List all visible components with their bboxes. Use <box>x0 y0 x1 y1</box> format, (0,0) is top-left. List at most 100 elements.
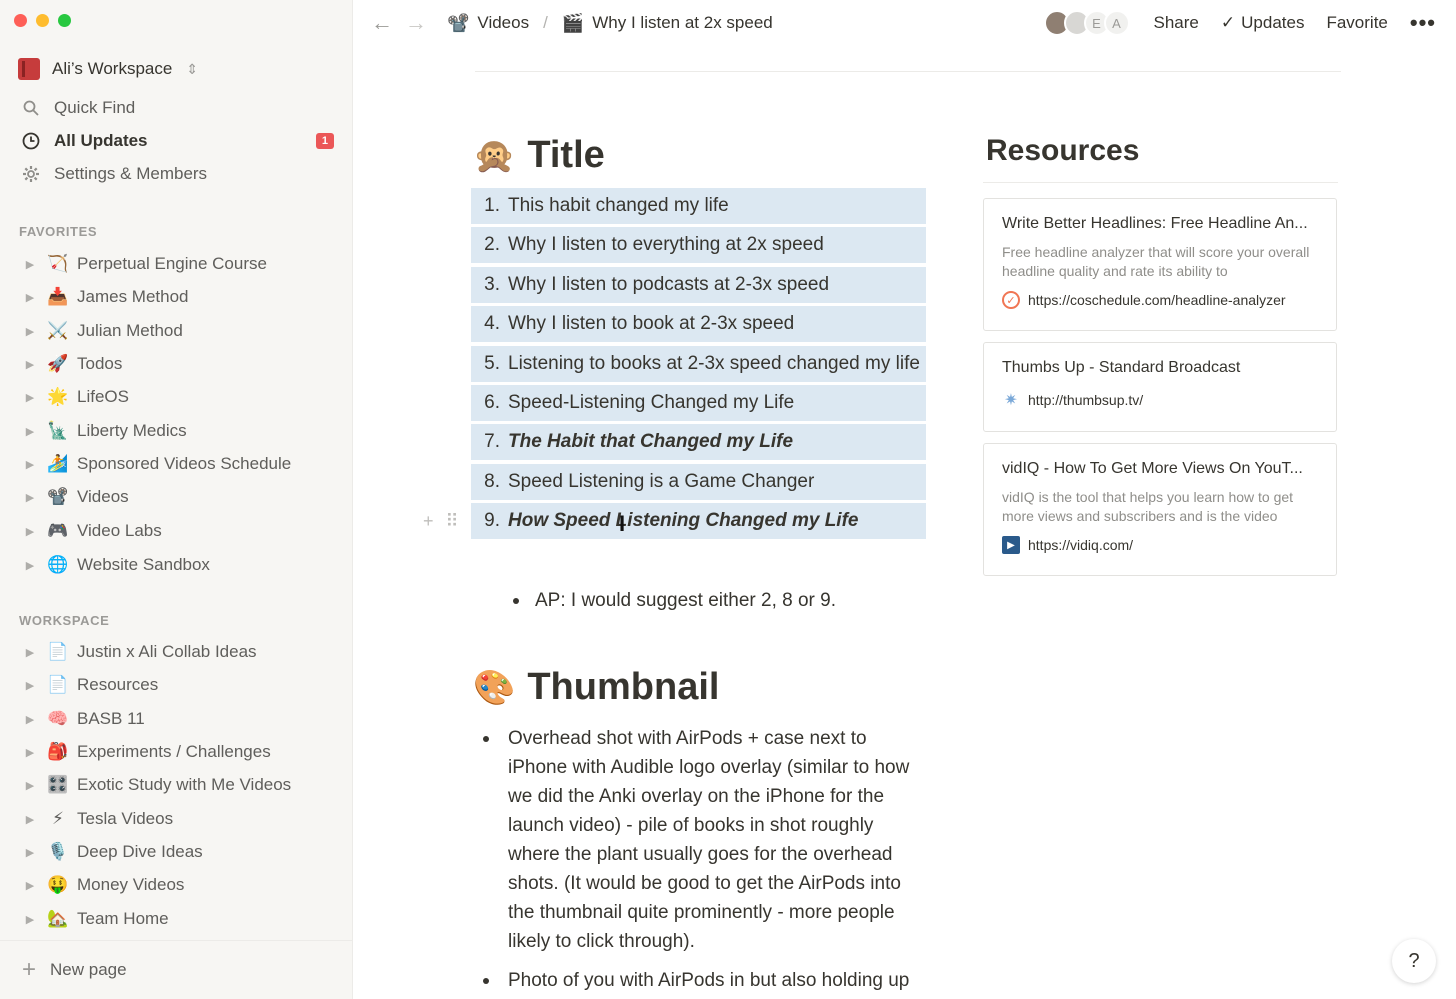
expand-triangle-icon[interactable]: ▶ <box>22 746 38 759</box>
list-item-text[interactable]: Why I listen to everything at 2x speed <box>508 234 824 256</box>
sidebar-item-liberty-medics[interactable]: ▶ 🗽 Liberty Medics <box>22 416 338 446</box>
list-item-text[interactable]: The Habit that Changed my Life <box>508 431 793 453</box>
list-item[interactable]: 8. Speed Listening is a Game Changer <box>471 463 926 500</box>
expand-triangle-icon[interactable]: ▶ <box>22 646 38 659</box>
list-item-text[interactable]: Speed Listening is a Game Changer <box>508 471 814 493</box>
sidebar-item-james-method[interactable]: ▶ 📥 James Method <box>22 282 338 312</box>
expand-triangle-icon[interactable]: ▶ <box>22 491 38 504</box>
list-number: 2. <box>484 234 500 256</box>
expand-triangle-icon[interactable]: ▶ <box>22 391 38 404</box>
expand-triangle-icon[interactable]: ▶ <box>22 258 38 271</box>
list-item[interactable]: 4. Why I listen to book at 2-3x speed <box>471 306 926 343</box>
more-options-button[interactable]: ••• <box>1410 10 1436 36</box>
list-item-text[interactable]: Photo of you with AirPods in but also ho… <box>508 966 909 995</box>
close-window-button[interactable] <box>14 14 27 27</box>
list-item-text[interactable]: This habit changed my life <box>508 195 729 217</box>
expand-triangle-icon[interactable]: ▶ <box>22 813 38 826</box>
breadcrumb-parent[interactable]: Videos <box>477 13 529 33</box>
expand-triangle-icon[interactable]: ▶ <box>22 325 38 338</box>
bookmark-card[interactable]: vidIQ - How To Get More Views On YouT...… <box>983 443 1337 576</box>
sidebar-item-julian-method[interactable]: ▶ ⚔️ Julian Method <box>22 316 338 346</box>
sidebar-item-exotic-study-videos[interactable]: ▶ 🎛️ Exotic Study with Me Videos <box>22 770 338 800</box>
zoom-window-button[interactable] <box>58 14 71 27</box>
list-item[interactable]: 6. Speed-Listening Changed my Life <box>471 384 926 421</box>
sidebar-item-justin-ali-collab[interactable]: ▶ 📄 Justin x Ali Collab Ideas <box>22 637 338 667</box>
list-item[interactable]: 2. Why I listen to everything at 2x speed <box>471 227 926 264</box>
expand-triangle-icon[interactable]: ▶ <box>22 779 38 792</box>
expand-triangle-icon[interactable]: ▶ <box>22 525 38 538</box>
sidebar-item-sponsored-videos-schedule[interactable]: ▶ 🏄 Sponsored Videos Schedule <box>22 449 338 479</box>
list-item[interactable]: Overhead shot with AirPods + case next t… <box>483 724 923 956</box>
list-item-text[interactable]: Why I listen to book at 2-3x speed <box>508 313 794 335</box>
resources-heading[interactable]: Resources <box>986 134 1139 168</box>
list-item[interactable]: 3. Why I listen to podcasts at 2-3x speed <box>471 266 926 303</box>
back-arrow-icon[interactable]: ← <box>371 10 393 36</box>
sidebar-item-basb-11[interactable]: ▶ 🧠 BASB 11 <box>22 704 338 734</box>
bookmark-card[interactable]: Write Better Headlines: Free Headline An… <box>983 198 1337 331</box>
expand-triangle-icon[interactable]: ▶ <box>22 358 38 371</box>
expand-triangle-icon[interactable]: ▶ <box>22 913 38 926</box>
sidebar-item-resources[interactable]: ▶ 📄 Resources <box>22 670 338 700</box>
sidebar-item-tesla-videos[interactable]: ▶ ⚡ Tesla Videos <box>22 804 338 834</box>
list-item-text[interactable]: Why I listen to podcasts at 2-3x speed <box>508 274 829 296</box>
all-updates-button[interactable]: All Updates 1 <box>18 126 334 156</box>
list-item-text[interactable]: Overhead shot with AirPods + case next t… <box>508 724 923 956</box>
sidebar-item-todos[interactable]: ▶ 🚀 Todos <box>22 349 338 379</box>
title-options-list: 1. This habit changed my life 2. Why I lis… <box>423 188 926 543</box>
heading-text[interactable]: Thumbnail <box>527 666 719 709</box>
sidebar-item-money-videos[interactable]: ▶ 🤑 Money Videos <box>22 870 338 900</box>
new-page-label: New page <box>50 960 127 979</box>
expand-triangle-icon[interactable]: ▶ <box>22 291 38 304</box>
updates-button[interactable]: ✓ Updates <box>1221 13 1305 33</box>
list-item[interactable]: 5. Listening to books at 2-3x speed chang… <box>471 345 926 382</box>
minimize-window-button[interactable] <box>36 14 49 27</box>
sidebar-item-team-home[interactable]: ▶ 🏡 Team Home <box>22 904 338 934</box>
checkmark-icon: ✓ <box>1220 13 1236 32</box>
gear-icon <box>18 163 44 185</box>
new-page-button[interactable]: + New page <box>22 955 127 985</box>
expand-triangle-icon[interactable]: ▶ <box>22 846 38 859</box>
sidebar-item-perpetual-engine-course[interactable]: ▶ 🏹 Perpetual Engine Course <box>22 249 338 279</box>
share-button[interactable]: Share <box>1154 13 1199 33</box>
avatar[interactable]: A <box>1103 10 1130 36</box>
workspace-switcher[interactable]: Ali’s Workspace ⇕ <box>18 56 198 82</box>
favorite-button[interactable]: Favorite <box>1326 13 1387 33</box>
sidebar-item-videos[interactable]: ▶ 📽️ Videos <box>22 482 338 512</box>
heading-text[interactable]: Title <box>527 134 604 177</box>
list-item[interactable]: 7. The Habit that Changed my Life <box>471 424 926 461</box>
list-item[interactable]: Photo of you with AirPods in but also ho… <box>483 966 923 995</box>
expand-triangle-icon[interactable]: ▶ <box>22 559 38 572</box>
list-item-text[interactable]: Listening to books at 2-3x speed changed… <box>508 353 920 375</box>
list-item-text[interactable]: Speed-Listening Changed my Life <box>508 392 794 414</box>
expand-triangle-icon[interactable]: ▶ <box>22 458 38 471</box>
expand-triangle-icon[interactable]: ▶ <box>22 713 38 726</box>
settings-members-button[interactable]: Settings & Members <box>18 159 334 189</box>
list-item-text[interactable]: How Speed Listening Changed my Life <box>508 510 858 532</box>
list-number: 7. <box>484 431 500 453</box>
bookmark-card[interactable]: Thumbs Up - Standard Broadcast ✷ http://… <box>983 342 1337 432</box>
quick-find-button[interactable]: Quick Find <box>18 93 334 123</box>
sidebar-item-experiments-challenges[interactable]: ▶ 🎒 Experiments / Challenges <box>22 737 338 767</box>
block-controls: + ⠿ <box>423 511 459 532</box>
search-icon <box>18 97 44 119</box>
drag-handle-icon[interactable]: ⠿ <box>446 511 459 532</box>
breadcrumb-current[interactable]: Why I listen at 2x speed <box>592 13 772 33</box>
list-item[interactable]: + ⠿ 9. How Speed Listening Changed my Lif… <box>423 503 926 540</box>
forward-arrow-icon[interactable]: → <box>405 10 427 36</box>
divider <box>475 71 1341 72</box>
list-number: 1. <box>484 195 500 216</box>
bow-arrow-icon: 🏹 <box>47 254 69 273</box>
sidebar-item-website-sandbox[interactable]: ▶ 🌐 Website Sandbox <box>22 550 338 580</box>
sidebar-item-lifeos[interactable]: ▶ 🌟 LifeOS <box>22 382 338 412</box>
list-number: 3. <box>484 273 500 295</box>
list-item[interactable]: 1. This habit changed my life <box>471 188 926 224</box>
expand-triangle-icon[interactable]: ▶ <box>22 425 38 438</box>
expand-triangle-icon[interactable]: ▶ <box>22 679 38 692</box>
sidebar-item-video-labs[interactable]: ▶ 🎮 Video Labs <box>22 516 338 546</box>
expand-triangle-icon[interactable]: ▶ <box>22 879 38 892</box>
add-block-icon[interactable]: + <box>423 511 434 532</box>
ap-note-text[interactable]: AP: I would suggest either 2, 8 or 9. <box>535 590 836 612</box>
help-button[interactable]: ? <box>1392 939 1436 983</box>
sidebar-item-deep-dive-ideas[interactable]: ▶ 🎙️ Deep Dive Ideas <box>22 837 338 867</box>
collaborator-avatars[interactable]: E A <box>1043 10 1130 36</box>
